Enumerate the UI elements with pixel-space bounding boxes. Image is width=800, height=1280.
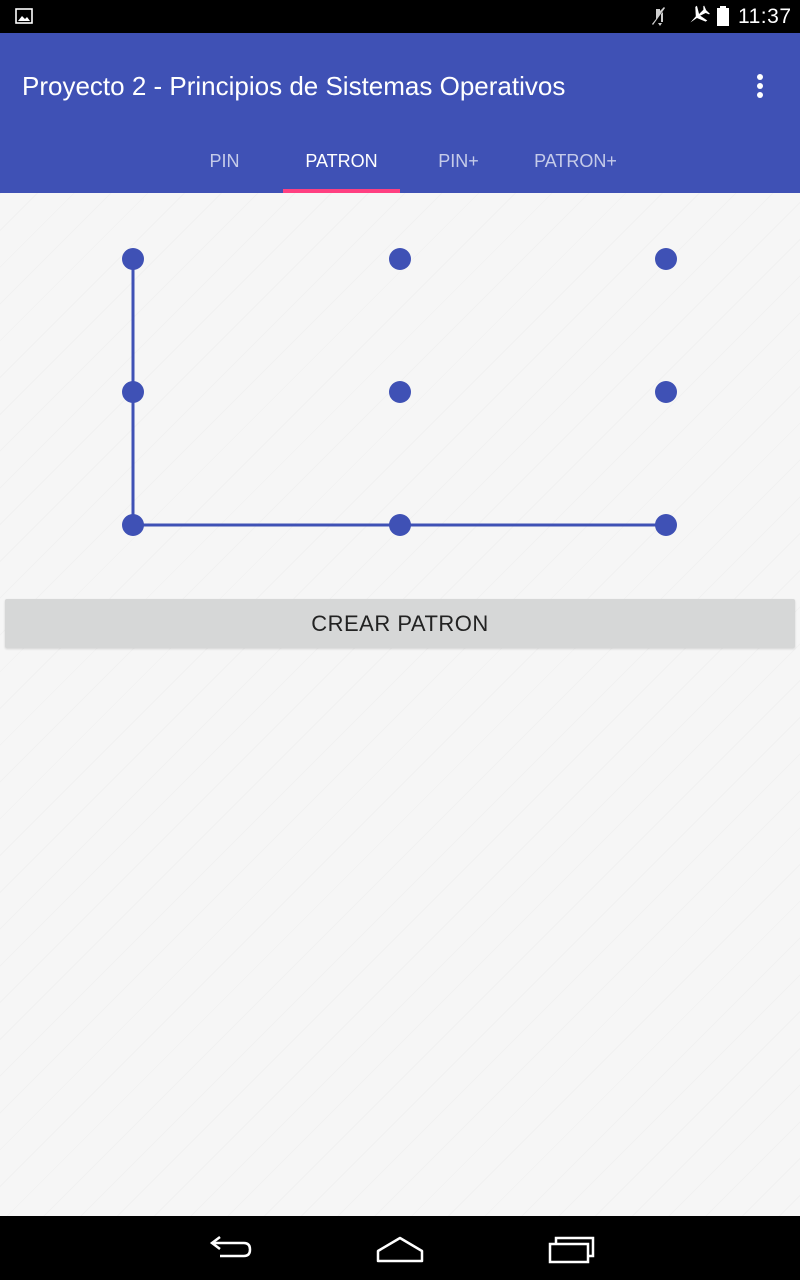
tab-pin-plus[interactable]: PIN+ bbox=[400, 133, 517, 193]
pattern-dot-1[interactable] bbox=[122, 248, 144, 270]
app-bar: Proyecto 2 - Principios de Sistemas Oper… bbox=[0, 33, 800, 193]
pattern-dot-4[interactable] bbox=[122, 381, 144, 403]
pattern-dot-3[interactable] bbox=[655, 248, 677, 270]
back-icon[interactable] bbox=[206, 1234, 254, 1264]
pattern-lock-view[interactable] bbox=[0, 193, 800, 593]
overflow-menu-icon[interactable] bbox=[748, 71, 772, 101]
status-bar: 11:37 bbox=[0, 0, 800, 33]
pattern-dot-9[interactable] bbox=[655, 514, 677, 536]
navigation-bar bbox=[0, 1216, 800, 1280]
gallery-icon bbox=[15, 8, 33, 24]
pattern-dot-8[interactable] bbox=[389, 514, 411, 536]
battery-icon bbox=[717, 6, 729, 26]
tab-patron[interactable]: PATRON bbox=[283, 133, 400, 193]
pattern-dot-6[interactable] bbox=[655, 381, 677, 403]
pattern-dot-7[interactable] bbox=[122, 514, 144, 536]
airplane-icon bbox=[690, 5, 710, 23]
recents-icon[interactable] bbox=[546, 1232, 596, 1266]
create-pattern-button[interactable]: CREAR PATRON bbox=[5, 599, 795, 648]
clock-time: 11:37 bbox=[738, 5, 792, 28]
content-area: CREAR PATRON bbox=[0, 193, 800, 1216]
tab-pin[interactable]: PIN bbox=[166, 133, 283, 193]
pattern-dot-5[interactable] bbox=[389, 381, 411, 403]
pattern-dot-2[interactable] bbox=[389, 248, 411, 270]
tab-bar: PIN PATRON PIN+ PATRON+ bbox=[0, 133, 800, 193]
home-icon[interactable] bbox=[374, 1234, 426, 1264]
mute-icon bbox=[652, 7, 665, 26]
tab-patron-plus[interactable]: PATRON+ bbox=[517, 133, 634, 193]
app-title: Proyecto 2 - Principios de Sistemas Oper… bbox=[22, 71, 566, 101]
